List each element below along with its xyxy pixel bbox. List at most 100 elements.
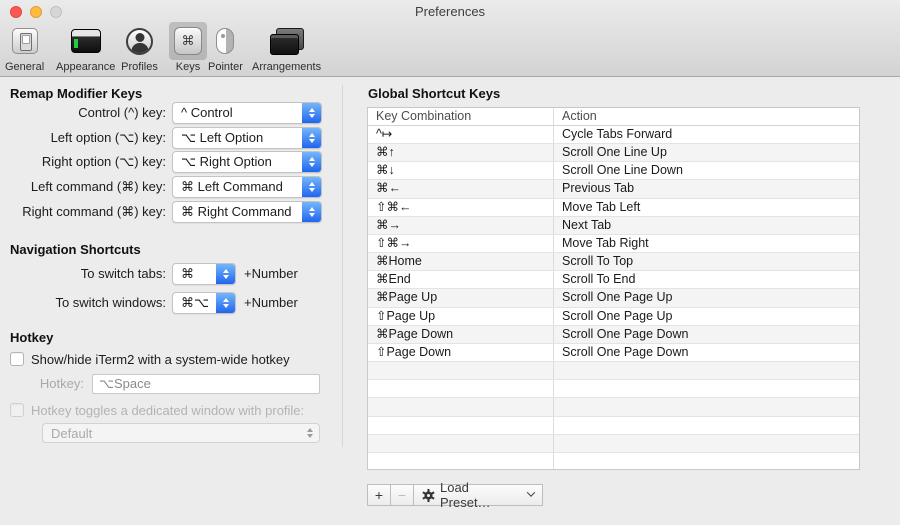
field-label: Left command (⌘) key: xyxy=(0,176,166,198)
titlebar-toolbar: Preferences General Appearance Profiles … xyxy=(0,0,900,77)
left-option-key-select[interactable]: ⌥ Left Option xyxy=(172,127,322,149)
table-row[interactable] xyxy=(368,453,859,470)
stepper-arrows-icon xyxy=(302,177,321,197)
table-button-row: + − Load Preset… xyxy=(367,484,543,506)
nav-row-switch-tabs: To switch tabs: ⌘ +Number xyxy=(0,263,340,285)
toolbar-item-keys[interactable]: ⌘ Keys xyxy=(169,22,207,73)
toolbar-label: Pointer xyxy=(208,61,243,73)
table-row[interactable]: ⇧⌘←Move Tab Left xyxy=(368,199,859,217)
key-combination-cell xyxy=(368,380,554,397)
action-cell: Cycle Tabs Forward xyxy=(554,126,859,143)
toolbar-label: General xyxy=(5,61,44,73)
action-cell: Scroll One Line Up xyxy=(554,144,859,161)
table-row[interactable]: ⌘EndScroll To End xyxy=(368,271,859,289)
action-cell xyxy=(554,398,859,415)
hotkey-input[interactable]: ⌥Space xyxy=(92,374,320,394)
key-combination-cell: ⌘Page Up xyxy=(368,289,554,306)
table-row[interactable]: ⌘↑Scroll One Line Up xyxy=(368,144,859,162)
key-combination-cell: ⌘Home xyxy=(368,253,554,270)
right-option-key-select[interactable]: ⌥ Right Option xyxy=(172,151,322,173)
plus-number-label: +Number xyxy=(244,292,298,314)
left-command-key-select[interactable]: ⌘ Left Command xyxy=(172,176,322,198)
table-row[interactable] xyxy=(368,435,859,453)
key-combination-cell xyxy=(368,453,554,470)
remap-section-title: Remap Modifier Keys xyxy=(10,86,142,101)
action-cell: Scroll One Page Down xyxy=(554,326,859,343)
key-combination-cell xyxy=(368,398,554,415)
shortcut-table: Key Combination Action ^↦Cycle Tabs Forw… xyxy=(367,107,860,470)
toolbar-item-general[interactable]: General xyxy=(5,22,44,73)
stepper-arrows-icon xyxy=(216,293,235,313)
content-area: Remap Modifier Keys Control (^) key: ^ C… xyxy=(0,77,900,525)
key-combination-cell: ⌘↑ xyxy=(368,144,554,161)
table-row[interactable]: ⇧Page DownScroll One Page Down xyxy=(368,344,859,362)
table-row[interactable]: ⌘Page DownScroll One Page Down xyxy=(368,326,859,344)
navigation-section-title: Navigation Shortcuts xyxy=(10,242,141,257)
hotkey-field-label: Hotkey: xyxy=(0,376,84,391)
appearance-icon xyxy=(71,29,101,53)
window-title: Preferences xyxy=(0,4,900,20)
action-cell: Next Tab xyxy=(554,217,859,234)
switch-tabs-select[interactable]: ⌘ xyxy=(172,263,236,285)
toolbar-item-appearance[interactable]: Appearance xyxy=(56,22,115,73)
table-row[interactable]: ⌘→Next Tab xyxy=(368,217,859,235)
action-cell xyxy=(554,380,859,397)
switch-windows-select[interactable]: ⌘⌥ xyxy=(172,292,236,314)
dedicated-window-checkbox[interactable] xyxy=(10,403,24,417)
remap-row-left-command: Left command (⌘) key: ⌘ Left Command xyxy=(0,176,340,198)
load-preset-label: Load Preset… xyxy=(440,480,523,510)
key-combination-cell: ⌘← xyxy=(368,180,554,197)
control-key-select[interactable]: ^ Control xyxy=(172,102,322,124)
table-row[interactable]: ⇧Page UpScroll One Page Up xyxy=(368,308,859,326)
action-cell: Previous Tab xyxy=(554,180,859,197)
field-label: To switch windows: xyxy=(0,292,166,314)
key-combination-cell xyxy=(368,435,554,452)
field-label: Right option (⌥) key: xyxy=(0,151,166,173)
key-combination-cell: ⇧⌘→ xyxy=(368,235,554,252)
add-shortcut-button[interactable]: + xyxy=(367,484,391,506)
nav-row-switch-windows: To switch windows: ⌘⌥ +Number xyxy=(0,292,340,314)
key-combination-cell: ⇧Page Up xyxy=(368,308,554,325)
stepper-arrows-icon xyxy=(216,264,235,284)
table-row[interactable]: ⌘Page UpScroll One Page Up xyxy=(368,289,859,307)
table-row[interactable]: ⌘↓Scroll One Line Down xyxy=(368,162,859,180)
remap-row-left-option: Left option (⌥) key: ⌥ Left Option xyxy=(0,127,340,149)
remove-shortcut-button[interactable]: − xyxy=(390,484,414,506)
field-label: Right command (⌘) key: xyxy=(0,201,166,223)
toolbar-label: Arrangements xyxy=(252,61,321,73)
toolbar-item-profiles[interactable]: Profiles xyxy=(121,22,158,73)
key-combination-cell xyxy=(368,362,554,379)
right-command-key-select[interactable]: ⌘ Right Command xyxy=(172,201,322,223)
preferences-window: Preferences General Appearance Profiles … xyxy=(0,0,900,525)
toolbar-item-pointer[interactable]: Pointer xyxy=(208,22,243,73)
table-row[interactable]: ⇧⌘→Move Tab Right xyxy=(368,235,859,253)
pointer-icon xyxy=(216,28,234,54)
table-row[interactable]: ^↦Cycle Tabs Forward xyxy=(368,126,859,144)
dedicated-window-label: Hotkey toggles a dedicated window with p… xyxy=(31,403,304,419)
action-cell: Scroll One Page Up xyxy=(554,289,859,306)
table-row[interactable] xyxy=(368,398,859,416)
column-header-key-combination[interactable]: Key Combination xyxy=(368,108,554,125)
shortcut-table-header: Key Combination Action xyxy=(368,108,859,126)
table-row[interactable] xyxy=(368,362,859,380)
key-combination-cell: ⌘↓ xyxy=(368,162,554,179)
field-label: Control (^) key: xyxy=(0,102,166,124)
show-hide-hotkey-checkbox[interactable] xyxy=(10,352,24,366)
remap-row-control: Control (^) key: ^ Control xyxy=(0,102,340,124)
table-row[interactable] xyxy=(368,380,859,398)
action-cell xyxy=(554,417,859,434)
shortcut-table-rows: ^↦Cycle Tabs Forward⌘↑Scroll One Line Up… xyxy=(368,126,859,470)
key-combination-cell: ^↦ xyxy=(368,126,554,143)
table-row[interactable] xyxy=(368,417,859,435)
table-row[interactable]: ⌘←Previous Tab xyxy=(368,180,859,198)
profile-select[interactable]: Default xyxy=(42,423,320,443)
toolbar-item-arrangements[interactable]: Arrangements xyxy=(252,22,321,73)
load-preset-button[interactable]: Load Preset… xyxy=(413,484,543,506)
toolbar-label: Keys xyxy=(176,61,200,73)
table-row[interactable]: ⌘HomeScroll To Top xyxy=(368,253,859,271)
global-shortcuts-title: Global Shortcut Keys xyxy=(368,86,500,101)
stepper-arrows-icon xyxy=(302,202,321,222)
column-header-action[interactable]: Action xyxy=(554,108,859,125)
field-label: Left option (⌥) key: xyxy=(0,127,166,149)
arrangements-icon xyxy=(270,28,304,55)
